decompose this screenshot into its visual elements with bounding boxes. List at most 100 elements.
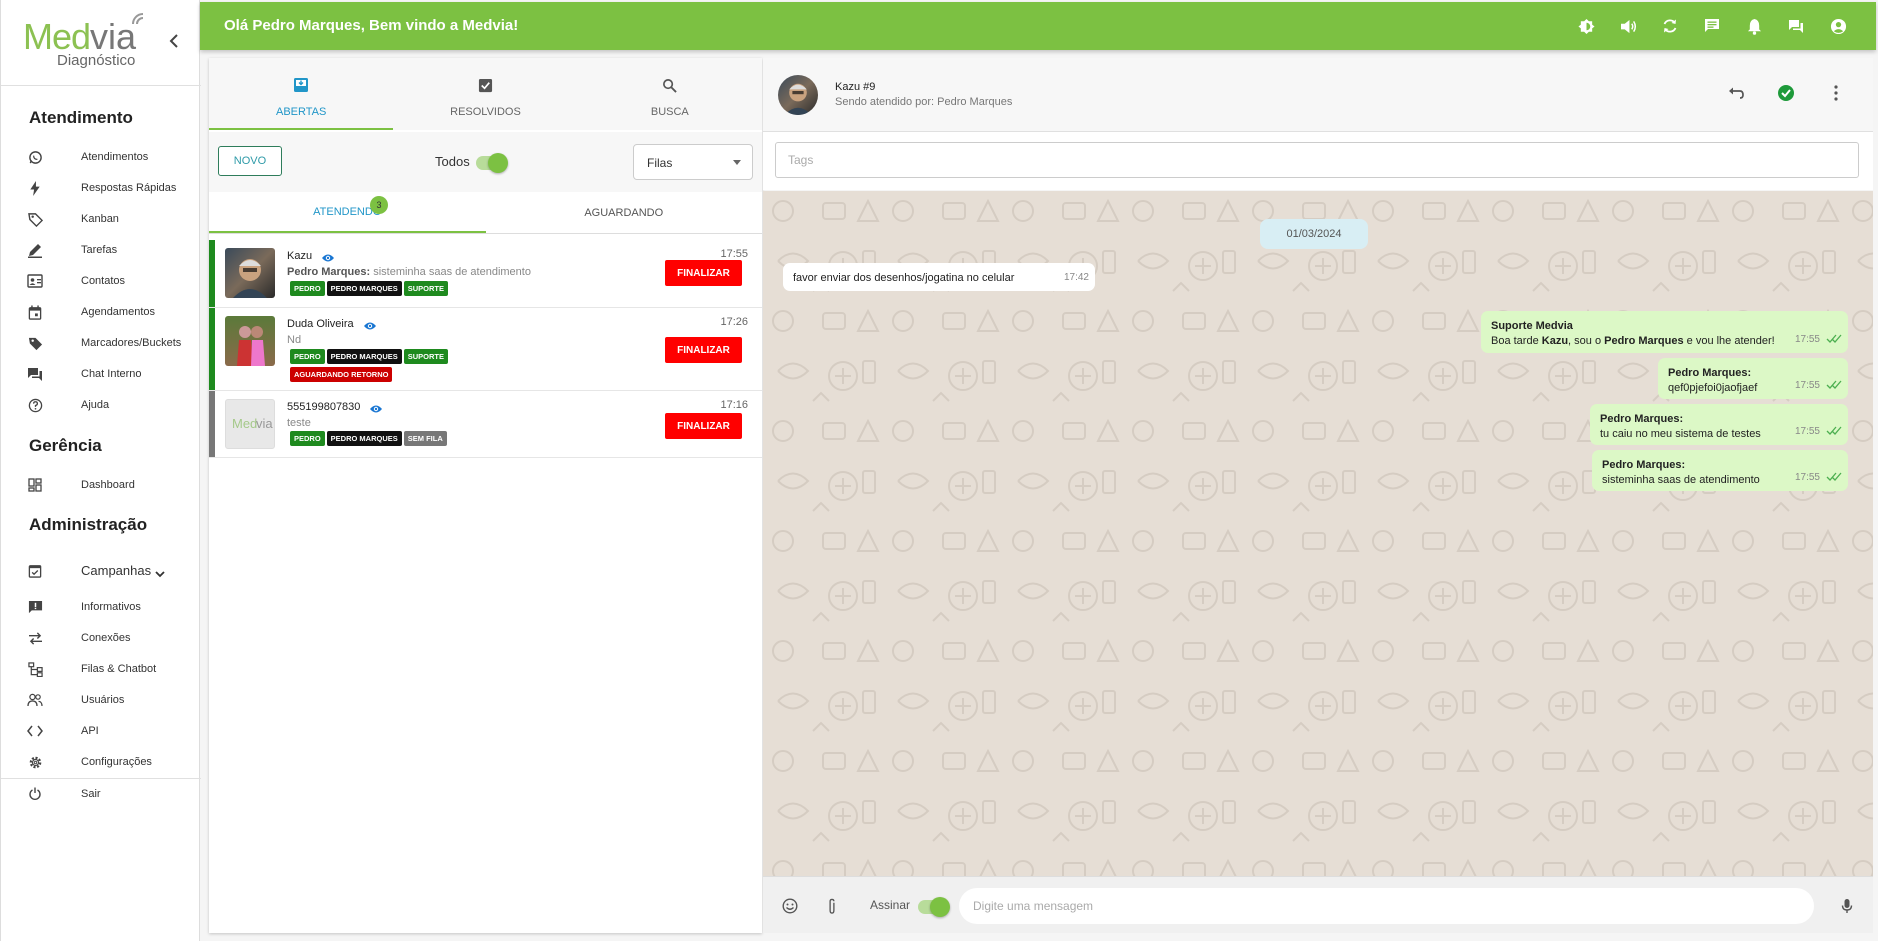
announcement-icon bbox=[27, 599, 43, 615]
tab-resolvidos[interactable]: RESOLVIDOS bbox=[393, 58, 577, 130]
sidebar-item-sair[interactable]: Sair bbox=[27, 783, 187, 805]
undo-icon[interactable] bbox=[1725, 82, 1747, 104]
svg-text:via: via bbox=[256, 416, 273, 431]
ticket-item[interactable]: Med via 555199807830 teste 17:16 FINALIZA… bbox=[209, 391, 762, 458]
finalizar-button[interactable]: FINALIZAR bbox=[665, 413, 742, 439]
sidebar-item-contatos[interactable]: Contatos bbox=[27, 270, 187, 292]
welcome-greeting: Olá Pedro Marques, Bem vindo a Medvia! bbox=[224, 17, 519, 34]
sidebar-item-label: Kanban bbox=[81, 213, 119, 225]
ticket-tags-row2: AGUARDANDO RETORNO bbox=[290, 367, 393, 382]
avatar[interactable] bbox=[778, 75, 818, 115]
more-vert-icon[interactable] bbox=[1825, 82, 1847, 104]
message-text-part: e vou lhe atender! bbox=[1683, 335, 1775, 347]
contact-name: Duda Oliveira bbox=[287, 318, 354, 330]
sidebar-item-chat-interno[interactable]: Chat Interno bbox=[27, 363, 187, 385]
date-separator: 01/03/2024 bbox=[1260, 219, 1368, 249]
sidebar-item-kanban[interactable]: Kanban bbox=[27, 208, 187, 230]
sidebar-item-label: Tarefas bbox=[81, 244, 118, 256]
tab-atendendo[interactable]: ATENDENDO 3 bbox=[209, 192, 486, 233]
tags-input[interactable] bbox=[775, 142, 1859, 178]
section-atendimento: Atendimento bbox=[29, 108, 133, 127]
bell-icon[interactable] bbox=[1744, 16, 1764, 36]
message-author: Suporte Medvia bbox=[1491, 320, 1573, 332]
top-bar-actions bbox=[1576, 16, 1848, 36]
people-icon bbox=[27, 692, 43, 708]
check-circle-icon[interactable] bbox=[1775, 82, 1797, 104]
sidebar-item-filas[interactable]: Filas & Chatbot bbox=[27, 658, 187, 680]
sidebar-item-configuracoes[interactable]: Configurações bbox=[27, 751, 187, 773]
eye-icon[interactable] bbox=[363, 318, 377, 336]
attach-file-icon[interactable] bbox=[822, 896, 842, 916]
incoming-message[interactable]: favor enviar dos desenhos/jogatina no ce… bbox=[783, 263, 1095, 291]
finalizar-button[interactable]: FINALIZAR bbox=[665, 260, 742, 286]
message-time: 17:55 bbox=[1794, 334, 1820, 345]
sidebar-item-usuarios[interactable]: Usuários bbox=[27, 689, 187, 711]
tab-abertas[interactable]: ABERTAS bbox=[209, 58, 394, 130]
tab-busca[interactable]: BUSCA bbox=[578, 58, 762, 130]
message-icon[interactable] bbox=[1702, 16, 1722, 36]
code-icon bbox=[27, 723, 43, 739]
composer-bar: Assinar bbox=[763, 876, 1873, 933]
message-time: 17:42 bbox=[1063, 272, 1089, 283]
sidebar-item-agendamentos[interactable]: Agendamentos bbox=[27, 301, 187, 323]
forum-icon[interactable] bbox=[1786, 16, 1806, 36]
new-ticket-button[interactable]: NOVO bbox=[218, 146, 282, 176]
last-message-preview: teste bbox=[287, 417, 311, 429]
finalizar-button[interactable]: FINALIZAR bbox=[665, 337, 742, 363]
volume-icon[interactable] bbox=[1618, 16, 1638, 36]
microphone-icon[interactable] bbox=[1837, 896, 1857, 916]
sidebar-item-conexoes[interactable]: Conexões bbox=[27, 627, 187, 649]
sidebar-item-dashboard[interactable]: Dashboard bbox=[27, 474, 187, 496]
ticket-item[interactable]: Kazu Pedro Marques: sisteminha saas de a… bbox=[209, 240, 762, 308]
dashboard-icon bbox=[27, 477, 43, 493]
logo-via: via bbox=[90, 16, 137, 57]
sidebar-item-respostas[interactable]: Respostas Rápidas bbox=[27, 177, 187, 199]
double-check-icon bbox=[1826, 333, 1842, 348]
outgoing-message[interactable]: Pedro Marques: qef0pjefoi0jaofjaef 17:55 bbox=[1658, 358, 1848, 399]
ticket-tags: PEDRO PEDRO MARQUES SUPORTE bbox=[290, 349, 449, 364]
chat-wallpaper-pattern bbox=[763, 191, 1873, 876]
sidebar-item-ajuda[interactable]: Ajuda bbox=[27, 394, 187, 416]
tickets-panel: ABERTAS RESOLVIDOS BUSCA NOVO Todos Fila… bbox=[209, 58, 762, 933]
sidebar-item-label: Marcadores/Buckets bbox=[81, 337, 182, 349]
checkbox-icon bbox=[478, 78, 493, 96]
tag-badge: SUPORTE bbox=[403, 281, 449, 296]
sidebar-item-marcadores[interactable]: Marcadores/Buckets bbox=[27, 332, 187, 354]
sidebar-item-informativos[interactable]: Informativos bbox=[27, 596, 187, 618]
todos-toggle[interactable] bbox=[476, 153, 508, 173]
chevron-left-icon[interactable] bbox=[169, 32, 179, 53]
message-time: 17:55 bbox=[1794, 380, 1820, 391]
outgoing-message[interactable]: Suporte Medvia Boa tarde Kazu, sou o Ped… bbox=[1481, 311, 1848, 353]
message-text: sisteminha saas de atendimento bbox=[1602, 474, 1760, 486]
ticket-item[interactable]: Duda Oliveira Nd 17:26 FINALIZAR PEDRO P… bbox=[209, 308, 762, 391]
preview-author: Pedro Marques: bbox=[287, 266, 371, 278]
message-text: Boa tarde Kazu, sou o Pedro Marques e vo… bbox=[1491, 335, 1775, 347]
sidebar-item-campanhas[interactable]: Campanhas bbox=[27, 559, 187, 581]
account-circle-icon[interactable] bbox=[1828, 16, 1848, 36]
double-check-icon bbox=[1826, 379, 1842, 394]
sidebar-item-label: Contatos bbox=[81, 275, 126, 287]
eye-icon[interactable] bbox=[369, 401, 383, 419]
ticket-tags: PEDRO PEDRO MARQUES SEM FILA bbox=[290, 431, 447, 446]
outgoing-message[interactable]: Pedro Marques: sisteminha saas de atendi… bbox=[1592, 450, 1848, 491]
refresh-icon[interactable] bbox=[1660, 16, 1680, 36]
tags-bar bbox=[763, 132, 1873, 190]
gear-icon bbox=[27, 754, 43, 770]
tab-aguardando[interactable]: AGUARDANDO bbox=[486, 192, 763, 233]
theme-toggle-icon[interactable] bbox=[1576, 16, 1596, 36]
tag-badge: SUPORTE bbox=[403, 349, 449, 364]
message-time: 17:55 bbox=[1794, 472, 1820, 483]
sidebar-item-api[interactable]: API bbox=[27, 720, 187, 742]
message-input[interactable] bbox=[959, 888, 1814, 924]
tag-badge: PEDRO MARQUES bbox=[326, 431, 402, 446]
sidebar-item-tarefas[interactable]: Tarefas bbox=[27, 239, 187, 261]
top-bar: Olá Pedro Marques, Bem vindo a Medvia! bbox=[200, 2, 1876, 50]
move-to-inbox-icon bbox=[293, 77, 309, 96]
sidebar-item-label: Sair bbox=[81, 788, 101, 800]
account-tree-icon bbox=[27, 661, 43, 677]
emoji-icon[interactable] bbox=[780, 896, 800, 916]
assinar-toggle[interactable] bbox=[918, 897, 950, 917]
filas-select[interactable]: Filas bbox=[633, 144, 753, 180]
sidebar-item-atendimentos[interactable]: Atendimentos bbox=[27, 146, 187, 168]
outgoing-message[interactable]: Pedro Marques: tu caiu no meu sistema de… bbox=[1590, 404, 1848, 445]
